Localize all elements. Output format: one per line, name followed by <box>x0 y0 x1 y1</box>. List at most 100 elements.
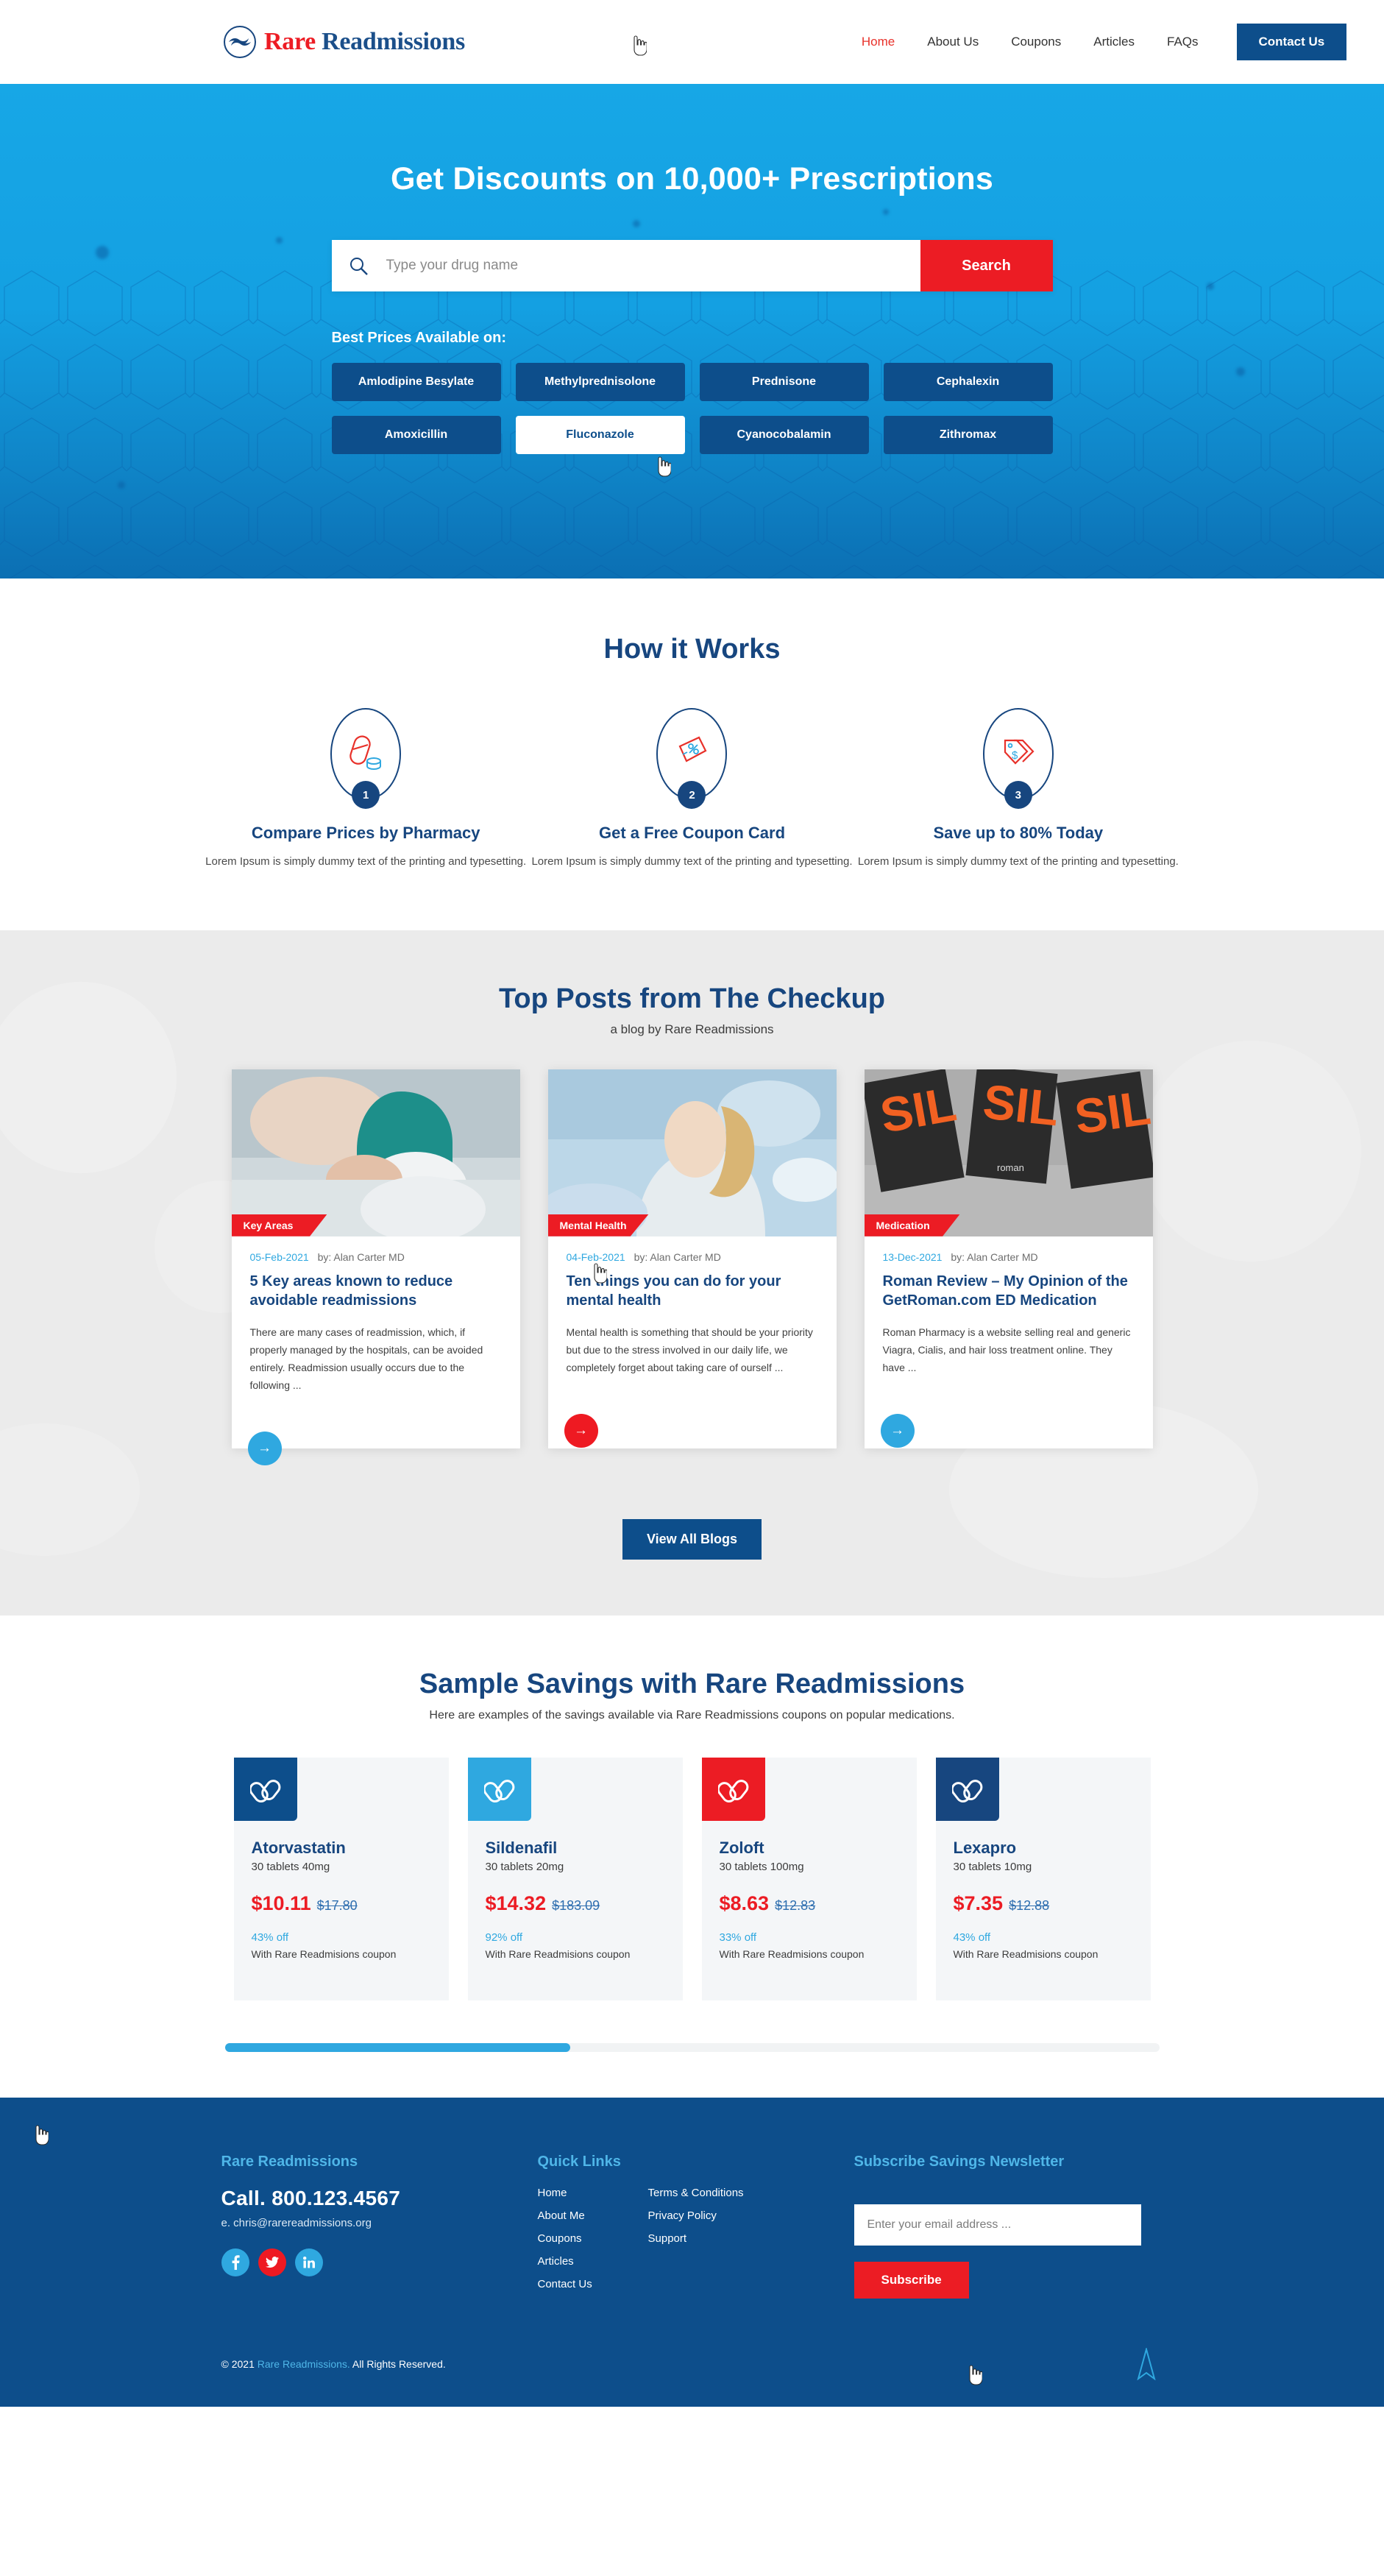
savings-card[interactable]: Atorvastatin 30 tablets 40mg $10.11 $17.8… <box>233 1758 449 2001</box>
blog-card-meta: 04-Feb-2021 by: Alan Carter MD <box>567 1251 818 1263</box>
savings-card-new-price: $8.63 <box>719 1892 770 1915</box>
drug-chip-fluconazole[interactable]: Fluconazole <box>515 416 685 454</box>
savings-scrollbar-track[interactable] <box>224 2043 1160 2053</box>
blog-card-author: by: Alan Carter MD <box>634 1250 721 1263</box>
search-input[interactable] <box>386 240 920 291</box>
drug-chip-methylprednisolone[interactable]: Methylprednisolone <box>515 363 685 401</box>
nav-item-faqs[interactable]: FAQs <box>1151 35 1215 49</box>
drug-chip-amoxicillin[interactable]: Amoxicillin <box>331 416 501 454</box>
savings-card-discount: 33% off <box>719 1931 757 1945</box>
savings-card-discount: 92% off <box>485 1931 523 1945</box>
blog-card-title[interactable]: Roman Review – My Opinion of the GetRoma… <box>883 1272 1135 1310</box>
blog-card-meta: 05-Feb-2021 by: Alan Carter MD <box>250 1251 502 1263</box>
savings-card-new-price: $14.32 <box>485 1892 547 1915</box>
drug-chip-cephalexin[interactable]: Cephalexin <box>883 363 1053 401</box>
view-all-blogs-button[interactable]: View All Blogs <box>622 1519 762 1560</box>
savings-card-new-price: $10.11 <box>251 1892 311 1915</box>
savings-title: Sample Savings with Rare Readmissions <box>419 1669 965 1700</box>
nav-item-articles[interactable]: Articles <box>1077 35 1151 49</box>
footer-link-support[interactable]: Support <box>648 2232 854 2245</box>
how-step-1-desc: Lorem Ipsum is simply dummy text of the … <box>205 855 527 868</box>
footer-link-articles[interactable]: Articles <box>538 2255 648 2268</box>
savings-card-name: Zoloft <box>719 1839 764 1858</box>
nav-item-about-us[interactable]: About Us <box>911 35 995 49</box>
savings-card[interactable]: Lexapro 30 tablets 10mg $7.35 $12.88 43% … <box>935 1758 1151 2001</box>
subscribe-button[interactable]: Subscribe <box>854 2262 969 2299</box>
nav-item-coupons[interactable]: Coupons <box>995 35 1077 49</box>
drug-search-bar: Search <box>331 240 1053 291</box>
blog-title: Top Posts from The Checkup <box>498 983 885 1014</box>
how-step-2-number: 2 <box>678 781 706 809</box>
blog-card[interactable]: Mental Health 04-Feb-2021 by: Alan Carte… <box>547 1069 837 1449</box>
savings-card-price: $7.35 $12.88 <box>954 1892 1151 1915</box>
footer-phone[interactable]: Call. 800.123.4567 <box>221 2187 538 2210</box>
blog-card-image: Mental Health <box>547 1069 837 1236</box>
savings-subtitle: Here are examples of the savings availab… <box>429 1709 955 1722</box>
blog-card-date: 05-Feb-2021 <box>249 1250 309 1263</box>
savings-card-price: $10.11 $17.80 <box>252 1892 449 1915</box>
newsletter-email-input[interactable] <box>854 2204 1141 2246</box>
footer-link-coupons[interactable]: Coupons <box>538 2232 648 2245</box>
how-step-3-number: 3 <box>1004 781 1032 809</box>
best-prices-label: Best Prices Available on: <box>331 330 507 346</box>
drug-chip-amlodipine-besylate[interactable]: Amlodipine Besylate <box>331 363 501 401</box>
site-header: Rare Readmissions Home About Us Coupons … <box>0 0 1384 84</box>
savings-card-dose: 30 tablets 20mg <box>485 1861 564 1874</box>
blog-card-arrow-button[interactable]: → <box>564 1413 598 1448</box>
footer-link-contact-us[interactable]: Contact Us <box>538 2278 648 2290</box>
arrow-right-icon: → <box>574 1422 588 1438</box>
savings-card-old-price: $12.88 <box>1009 1898 1050 1914</box>
blog-card-arrow-button[interactable]: → <box>880 1413 915 1448</box>
pills-icon <box>701 1758 765 1822</box>
twitter-icon[interactable] <box>258 2248 286 2277</box>
footer-link-home[interactable]: Home <box>538 2187 648 2199</box>
blog-card-title[interactable]: Ten things you can do for your mental he… <box>567 1272 818 1310</box>
footer-quick-links-column: Quick Links Home About Me Coupons Articl… <box>538 2154 854 2301</box>
footer-brand-column: Rare Readmissions Call. 800.123.4567 e. … <box>35 2125 538 2301</box>
how-step-2: 2 Get a Free Coupon Card Lorem Ipsum is … <box>529 708 855 871</box>
footer-link-about-me[interactable]: About Me <box>538 2209 648 2222</box>
how-step-3-desc: Lorem Ipsum is simply dummy text of the … <box>857 855 1179 868</box>
blog-card-meta: 13-Dec-2021 by: Alan Carter MD <box>883 1251 1135 1263</box>
footer-link-privacy-policy[interactable]: Privacy Policy <box>648 2209 854 2222</box>
pills-icon <box>467 1758 531 1822</box>
blog-card[interactable]: Key Areas 05-Feb-2021 by: Alan Carter MD… <box>231 1069 520 1466</box>
coupon-percent-icon <box>671 732 712 776</box>
nav-item-home[interactable]: Home <box>845 35 911 49</box>
blog-card-date: 13-Dec-2021 <box>882 1250 943 1263</box>
back-to-top-icon[interactable] <box>1136 2346 1156 2382</box>
footer-newsletter-heading: Subscribe Savings Newsletter <box>854 2154 1065 2170</box>
search-icon <box>332 240 386 291</box>
how-step-1-title: Compare Prices by Pharmacy <box>251 824 480 842</box>
savings-card[interactable]: Sildenafil 30 tablets 20mg $14.32 $183.09… <box>467 1758 683 2001</box>
hero-section: Get Discounts on 10,000+ Prescriptions S… <box>0 84 1384 578</box>
site-footer: Rare Readmissions Call. 800.123.4567 e. … <box>0 2098 1384 2407</box>
blog-card-arrow-button[interactable]: → <box>247 1432 282 1466</box>
search-button[interactable]: Search <box>920 240 1053 291</box>
savings-card-coupon-note: With Rare Readmisions coupon <box>953 1948 1099 1961</box>
drug-chip-cyanocobalamin[interactable]: Cyanocobalamin <box>699 416 869 454</box>
blog-card-title[interactable]: 5 Key areas known to reduce avoidable re… <box>250 1272 502 1310</box>
footer-link-terms-conditions[interactable]: Terms & Conditions <box>648 2187 854 2199</box>
site-logo[interactable]: Rare Readmissions <box>223 25 465 59</box>
pills-icon <box>935 1758 999 1822</box>
svg-text:SIL: SIL <box>1071 1080 1153 1144</box>
linkedin-icon[interactable] <box>294 2248 323 2277</box>
footer-quick-links-heading: Quick Links <box>537 2154 621 2170</box>
savings-card[interactable]: Zoloft 30 tablets 100mg $8.63 $12.83 33% … <box>701 1758 917 2001</box>
footer-email[interactable]: e. chris@rarereadmissions.org <box>221 2217 538 2229</box>
footer-social-links <box>35 2125 538 2277</box>
contact-us-button[interactable]: Contact Us <box>1236 24 1347 60</box>
copyright-post: All Rights Reserved. <box>349 2358 446 2371</box>
blog-subtitle: a blog by Rare Readmissions <box>610 1022 774 1036</box>
blog-card-date: 04-Feb-2021 <box>566 1250 625 1263</box>
facebook-icon[interactable] <box>221 2248 249 2277</box>
drug-chip-prednisone[interactable]: Prednisone <box>699 363 869 401</box>
blog-card[interactable]: SIL SIL SIL roman Medication 13-Dec-2021… <box>864 1069 1153 1449</box>
drug-chip-zithromax[interactable]: Zithromax <box>883 416 1053 454</box>
savings-card-discount: 43% off <box>251 1931 289 1945</box>
footer-newsletter-column: Subscribe Savings Newsletter Subscribe <box>854 2154 1163 2385</box>
savings-scrollbar-thumb[interactable] <box>224 2043 571 2053</box>
copyright-pre: © 2021 <box>221 2358 258 2371</box>
savings-card-coupon-note: With Rare Readmisions coupon <box>251 1948 397 1961</box>
